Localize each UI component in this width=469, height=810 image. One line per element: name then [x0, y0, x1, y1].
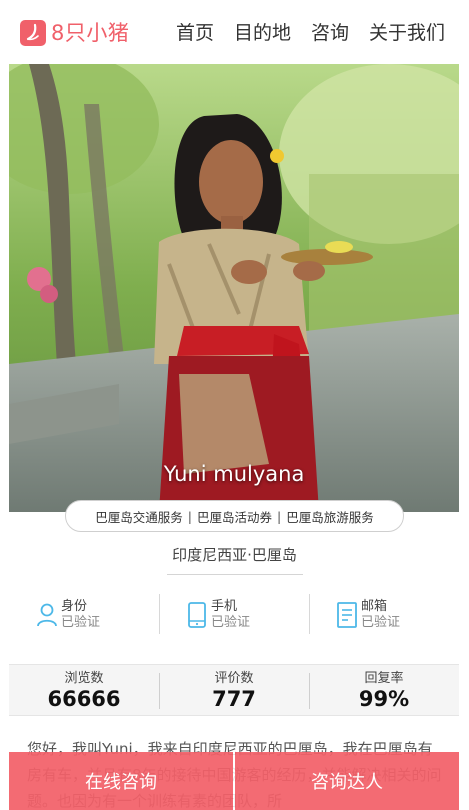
verify-status: 已验证 [361, 615, 401, 630]
stat-value: 66666 [47, 687, 121, 711]
online-consult-button[interactable]: 在线咨询 [9, 752, 233, 810]
stat-value: 99% [358, 687, 410, 711]
location-divider [167, 574, 303, 575]
verify-label: 身份 [61, 599, 88, 614]
phone-icon [188, 602, 206, 628]
document-icon [337, 602, 357, 628]
logo-text: 8只小猪 [51, 21, 130, 45]
nav-about[interactable]: 关于我们 [369, 19, 445, 47]
stat-reviews: 评价数 777 [159, 665, 309, 715]
verify-label: 邮箱 [361, 599, 388, 614]
bottom-action-bar: 在线咨询 咨询达人 [9, 752, 459, 810]
stat-value: 777 [212, 687, 256, 711]
verify-identity: 身份 已验证 [9, 594, 159, 636]
verify-status: 已验证 [61, 615, 101, 630]
consult-expert-button[interactable]: 咨询达人 [235, 752, 459, 810]
logo-mark-icon [20, 20, 46, 46]
stats-bar: 浏览数 66666 评价数 777 回复率 99% [9, 664, 459, 716]
stat-label: 浏览数 [64, 671, 104, 686]
verify-email: 邮箱 已验证 [309, 594, 459, 636]
top-header: 8只小猪 首页 目的地 咨询 关于我们 [0, 0, 469, 64]
guide-photo-illustration [9, 64, 459, 512]
service-tag[interactable]: 巴厘岛交通服务 [95, 507, 183, 526]
guide-hero-photo: Yuni mulyana [9, 64, 459, 512]
service-tag[interactable]: 巴厘岛活动券 [197, 507, 272, 526]
stat-reply-rate: 回复率 99% [309, 665, 459, 715]
verify-label: 手机 [211, 599, 238, 614]
guide-name: Yuni mulyana [163, 462, 305, 486]
stat-views: 浏览数 66666 [9, 665, 159, 715]
stat-label: 回复率 [364, 671, 404, 686]
verify-phone: 手机 已验证 [159, 594, 309, 636]
service-tag[interactable]: 巴厘岛旅游服务 [286, 507, 374, 526]
verification-row: 身份 已验证 手机 已验证 邮箱 已验证 [9, 594, 459, 636]
main-nav: 首页 目的地 咨询 关于我们 [176, 19, 445, 47]
site-logo[interactable]: 8只小猪 [20, 20, 129, 46]
person-icon [37, 603, 57, 627]
nav-home[interactable]: 首页 [176, 19, 214, 47]
verify-status: 已验证 [211, 615, 251, 630]
nav-destinations[interactable]: 目的地 [234, 19, 291, 47]
tag-separator: | [187, 508, 192, 524]
guide-location: 印度尼西亚·巴厘岛 [172, 546, 297, 564]
nav-consult[interactable]: 咨询 [311, 19, 349, 47]
tag-separator: | [277, 508, 282, 524]
service-tags: 巴厘岛交通服务 | 巴厘岛活动券 | 巴厘岛旅游服务 [65, 500, 404, 532]
stat-label: 评价数 [214, 671, 254, 686]
